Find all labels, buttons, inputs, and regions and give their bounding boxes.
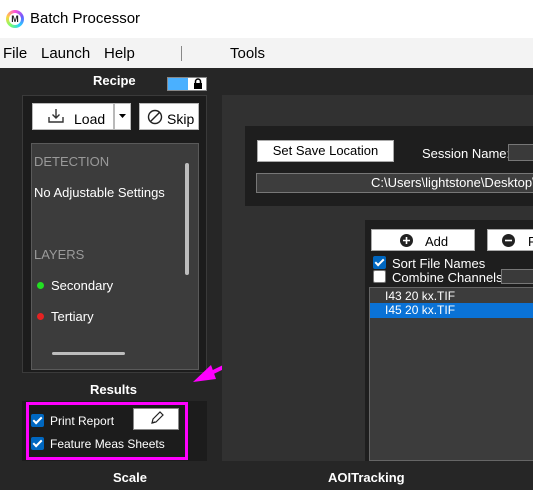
category-detection: DETECTION — [34, 154, 110, 169]
recipe-lock-toggle[interactable] — [167, 77, 207, 91]
combine-channels-checkbox[interactable] — [373, 270, 386, 283]
save-path-field[interactable]: C:\Users\lightstone\Desktop\D — [256, 173, 533, 193]
minus-circle-icon — [502, 234, 515, 247]
tertiary-label: Tertiary — [51, 309, 94, 324]
load-dropdown-button[interactable] — [114, 103, 131, 130]
session-name-label: Session Name: — [422, 146, 511, 161]
load-icon — [48, 109, 64, 123]
load-button[interactable]: Load — [32, 103, 114, 130]
sort-file-names-label: Sort File Names — [392, 256, 486, 271]
toggle-fill — [168, 78, 188, 90]
category-layers: LAYERS — [34, 247, 85, 262]
title-bar: M Batch Processor — [0, 0, 533, 38]
tertiary-dot-icon — [37, 313, 44, 320]
list-item-selected[interactable]: I45 20 kx.TIF — [370, 303, 533, 318]
combine-channels-input[interactable] — [501, 269, 533, 284]
secondary-label: Secondary — [51, 278, 114, 293]
list-item[interactable]: I43 20 kx.TIF — [370, 289, 533, 304]
menu-tools[interactable]: Tools — [230, 45, 265, 62]
sort-file-names-checkbox[interactable] — [373, 256, 386, 269]
set-save-location-button[interactable]: Set Save Location — [257, 140, 394, 162]
menu-help[interactable]: Help — [104, 45, 135, 62]
menu-bar: File Launch Help Tools — [0, 38, 533, 68]
load-label: Load — [74, 111, 106, 127]
add-label: Add — [425, 234, 449, 249]
results-title: Results — [90, 382, 137, 397]
detection-item: No Adjustable Settings — [34, 185, 165, 200]
menu-file[interactable]: File — [3, 45, 27, 62]
add-file-button[interactable]: Add — [371, 229, 475, 251]
combine-channels-label: Combine Channels — [392, 270, 503, 285]
skip-label: Skip — [167, 111, 195, 127]
skip-button[interactable]: Skip — [139, 103, 199, 130]
remove-file-button[interactable]: R — [487, 229, 533, 251]
plus-circle-icon — [400, 234, 413, 247]
horizontal-scrollbar[interactable] — [52, 352, 125, 355]
app-logo-icon: M — [6, 10, 24, 28]
recipe-title: Recipe — [93, 73, 136, 88]
secondary-dot-icon — [37, 282, 44, 289]
chevron-down-icon — [119, 114, 126, 118]
list-item-secondary[interactable]: Secondary — [34, 278, 113, 293]
list-item-tertiary[interactable]: Tertiary — [34, 309, 94, 324]
menu-launch[interactable]: Launch — [41, 45, 90, 62]
aoi-tracking-title: AOITracking — [328, 470, 405, 485]
lock-icon — [194, 78, 202, 89]
session-panel — [245, 126, 533, 206]
remove-label: R — [528, 234, 533, 249]
highlight-box — [26, 402, 188, 460]
app-logo-letter: M — [9, 13, 21, 25]
vertical-scrollbar[interactable] — [185, 163, 189, 275]
recipe-settings-list[interactable]: DETECTION No Adjustable Settings LAYERS … — [31, 143, 199, 370]
session-name-input[interactable] — [508, 144, 533, 161]
menu-separator — [181, 46, 182, 61]
prohibit-icon — [147, 109, 163, 125]
scale-title: Scale — [113, 470, 147, 485]
window-title: Batch Processor — [30, 10, 141, 27]
